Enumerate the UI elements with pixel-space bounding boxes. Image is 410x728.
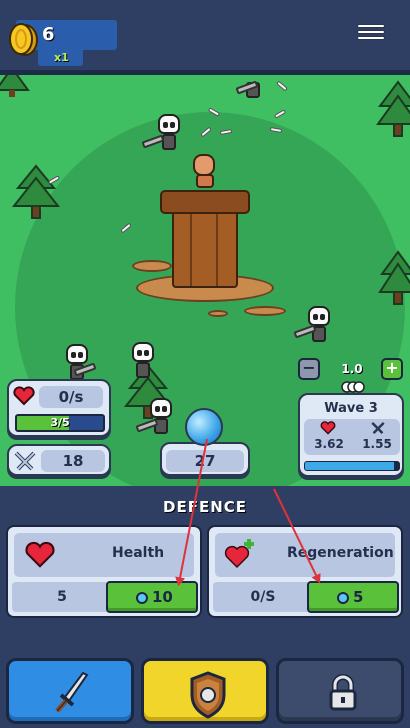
crossed-swords-icon	[371, 422, 385, 434]
buy-health-button[interactable]: 10	[106, 581, 198, 613]
coin-count: 6	[42, 24, 55, 45]
skeleton-enemy	[135, 398, 186, 442]
upgrade-cost: 10	[152, 588, 173, 606]
pine-tree-icon	[11, 164, 61, 219]
hp-rate-box: 0/s	[39, 386, 103, 408]
wave-progress-fill	[305, 462, 395, 470]
skeleton-enemy	[128, 342, 168, 382]
tab-locked[interactable]	[276, 658, 404, 724]
section-title: DEFENCE	[163, 498, 247, 516]
hp-regen-rate: 0/s	[58, 388, 84, 406]
heart-icon	[320, 421, 336, 435]
skeleton-enemy	[60, 344, 100, 384]
pine-tree-icon	[378, 250, 410, 305]
wave-title: Wave 3	[324, 401, 378, 416]
blue-orb-icon[interactable]	[185, 408, 223, 446]
crossed-swords-icon	[14, 451, 36, 471]
pine-tree-icon	[376, 80, 410, 137]
wave-enemy-damage: 1.55	[362, 437, 392, 451]
upgrade-name: Health	[112, 545, 165, 561]
buy-regeneration-button[interactable]: 5	[307, 581, 399, 613]
heart-icon	[13, 386, 35, 406]
bone-debris	[273, 109, 287, 119]
hp-bar: 3/5	[15, 414, 105, 432]
wave-enemy-health: 3.62	[314, 437, 344, 451]
coin-icon	[9, 23, 38, 56]
upgrade-value: 5	[57, 589, 67, 605]
health-panel: 0/s 3/5	[7, 379, 111, 437]
coin-multiplier: x1	[54, 51, 69, 64]
attack-value: 18	[62, 452, 84, 470]
menu-hamburger-icon[interactable]	[354, 22, 388, 48]
gem-icon	[136, 592, 148, 604]
hero-character	[193, 154, 217, 188]
wave-stats-box: 3.62 1.55	[304, 419, 400, 455]
wave-panel: Wave 3 3.62 1.55	[298, 393, 404, 477]
pine-tree-icon	[0, 74, 30, 97]
hud-divider	[0, 70, 410, 75]
shield-icon	[190, 671, 226, 719]
heart-icon	[25, 541, 55, 568]
lock-icon	[329, 674, 357, 711]
tab-attack[interactable]	[6, 658, 134, 724]
heart-plus-icon	[224, 539, 254, 569]
orb-value: 27	[194, 452, 216, 470]
skeleton-enemy	[235, 74, 276, 102]
attack-box: 18	[41, 450, 105, 472]
attack-panel: 18	[7, 444, 111, 476]
upgrade-value: 0/S	[250, 589, 276, 605]
skeleton-enemy	[141, 114, 190, 158]
sword-icon	[55, 671, 89, 713]
speed-minus-button[interactable]: −	[298, 358, 320, 380]
wave-progress-bar	[304, 461, 400, 471]
skull-wave-icon	[341, 381, 365, 393]
bone-debris	[276, 80, 288, 92]
hp-bar-text: 3/5	[50, 416, 70, 429]
tab-defence[interactable]	[141, 658, 269, 724]
wooden-tower[interactable]	[160, 190, 250, 292]
card-header: Health	[14, 533, 194, 577]
game-speed-value: 1.0	[341, 362, 363, 376]
gem-icon	[337, 592, 349, 604]
dirt-patch	[208, 310, 228, 317]
speed-plus-button[interactable]: +	[381, 358, 403, 380]
skeleton-enemy	[293, 306, 340, 350]
upgrade-card-regeneration: Regeneration 0/S 5	[207, 525, 403, 618]
upgrade-card-health: Health 5 10	[6, 525, 202, 618]
dirt-patch	[244, 306, 286, 316]
upgrade-cost: 5	[353, 588, 364, 606]
